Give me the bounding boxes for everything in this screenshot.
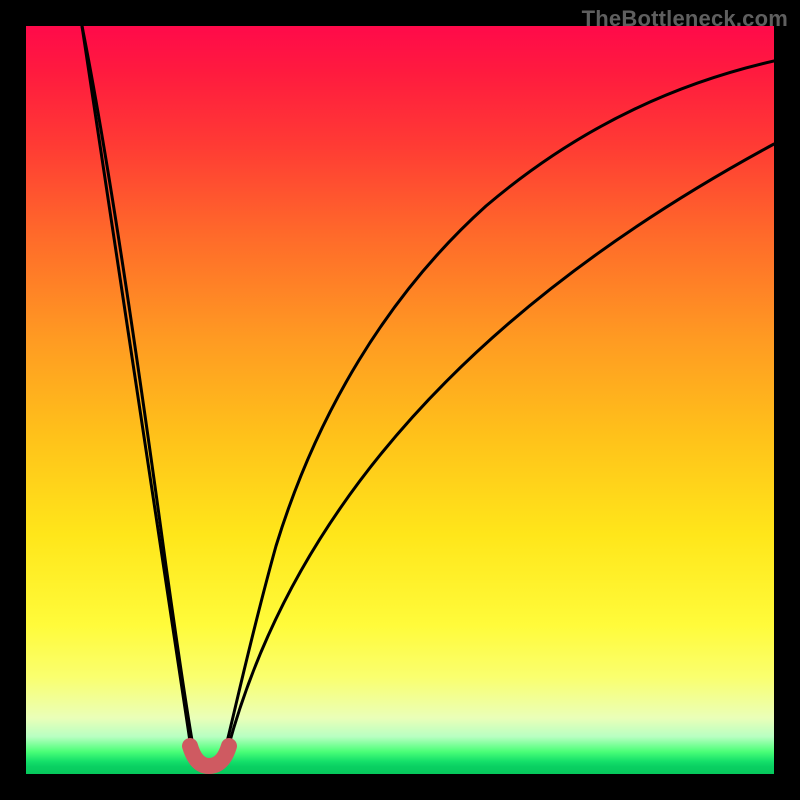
plot-area [26,26,774,774]
chart-frame: TheBottleneck.com [0,0,800,800]
minimum-marker [26,26,774,774]
watermark-text: TheBottleneck.com [582,6,788,32]
minimum-marker-path [190,746,229,766]
